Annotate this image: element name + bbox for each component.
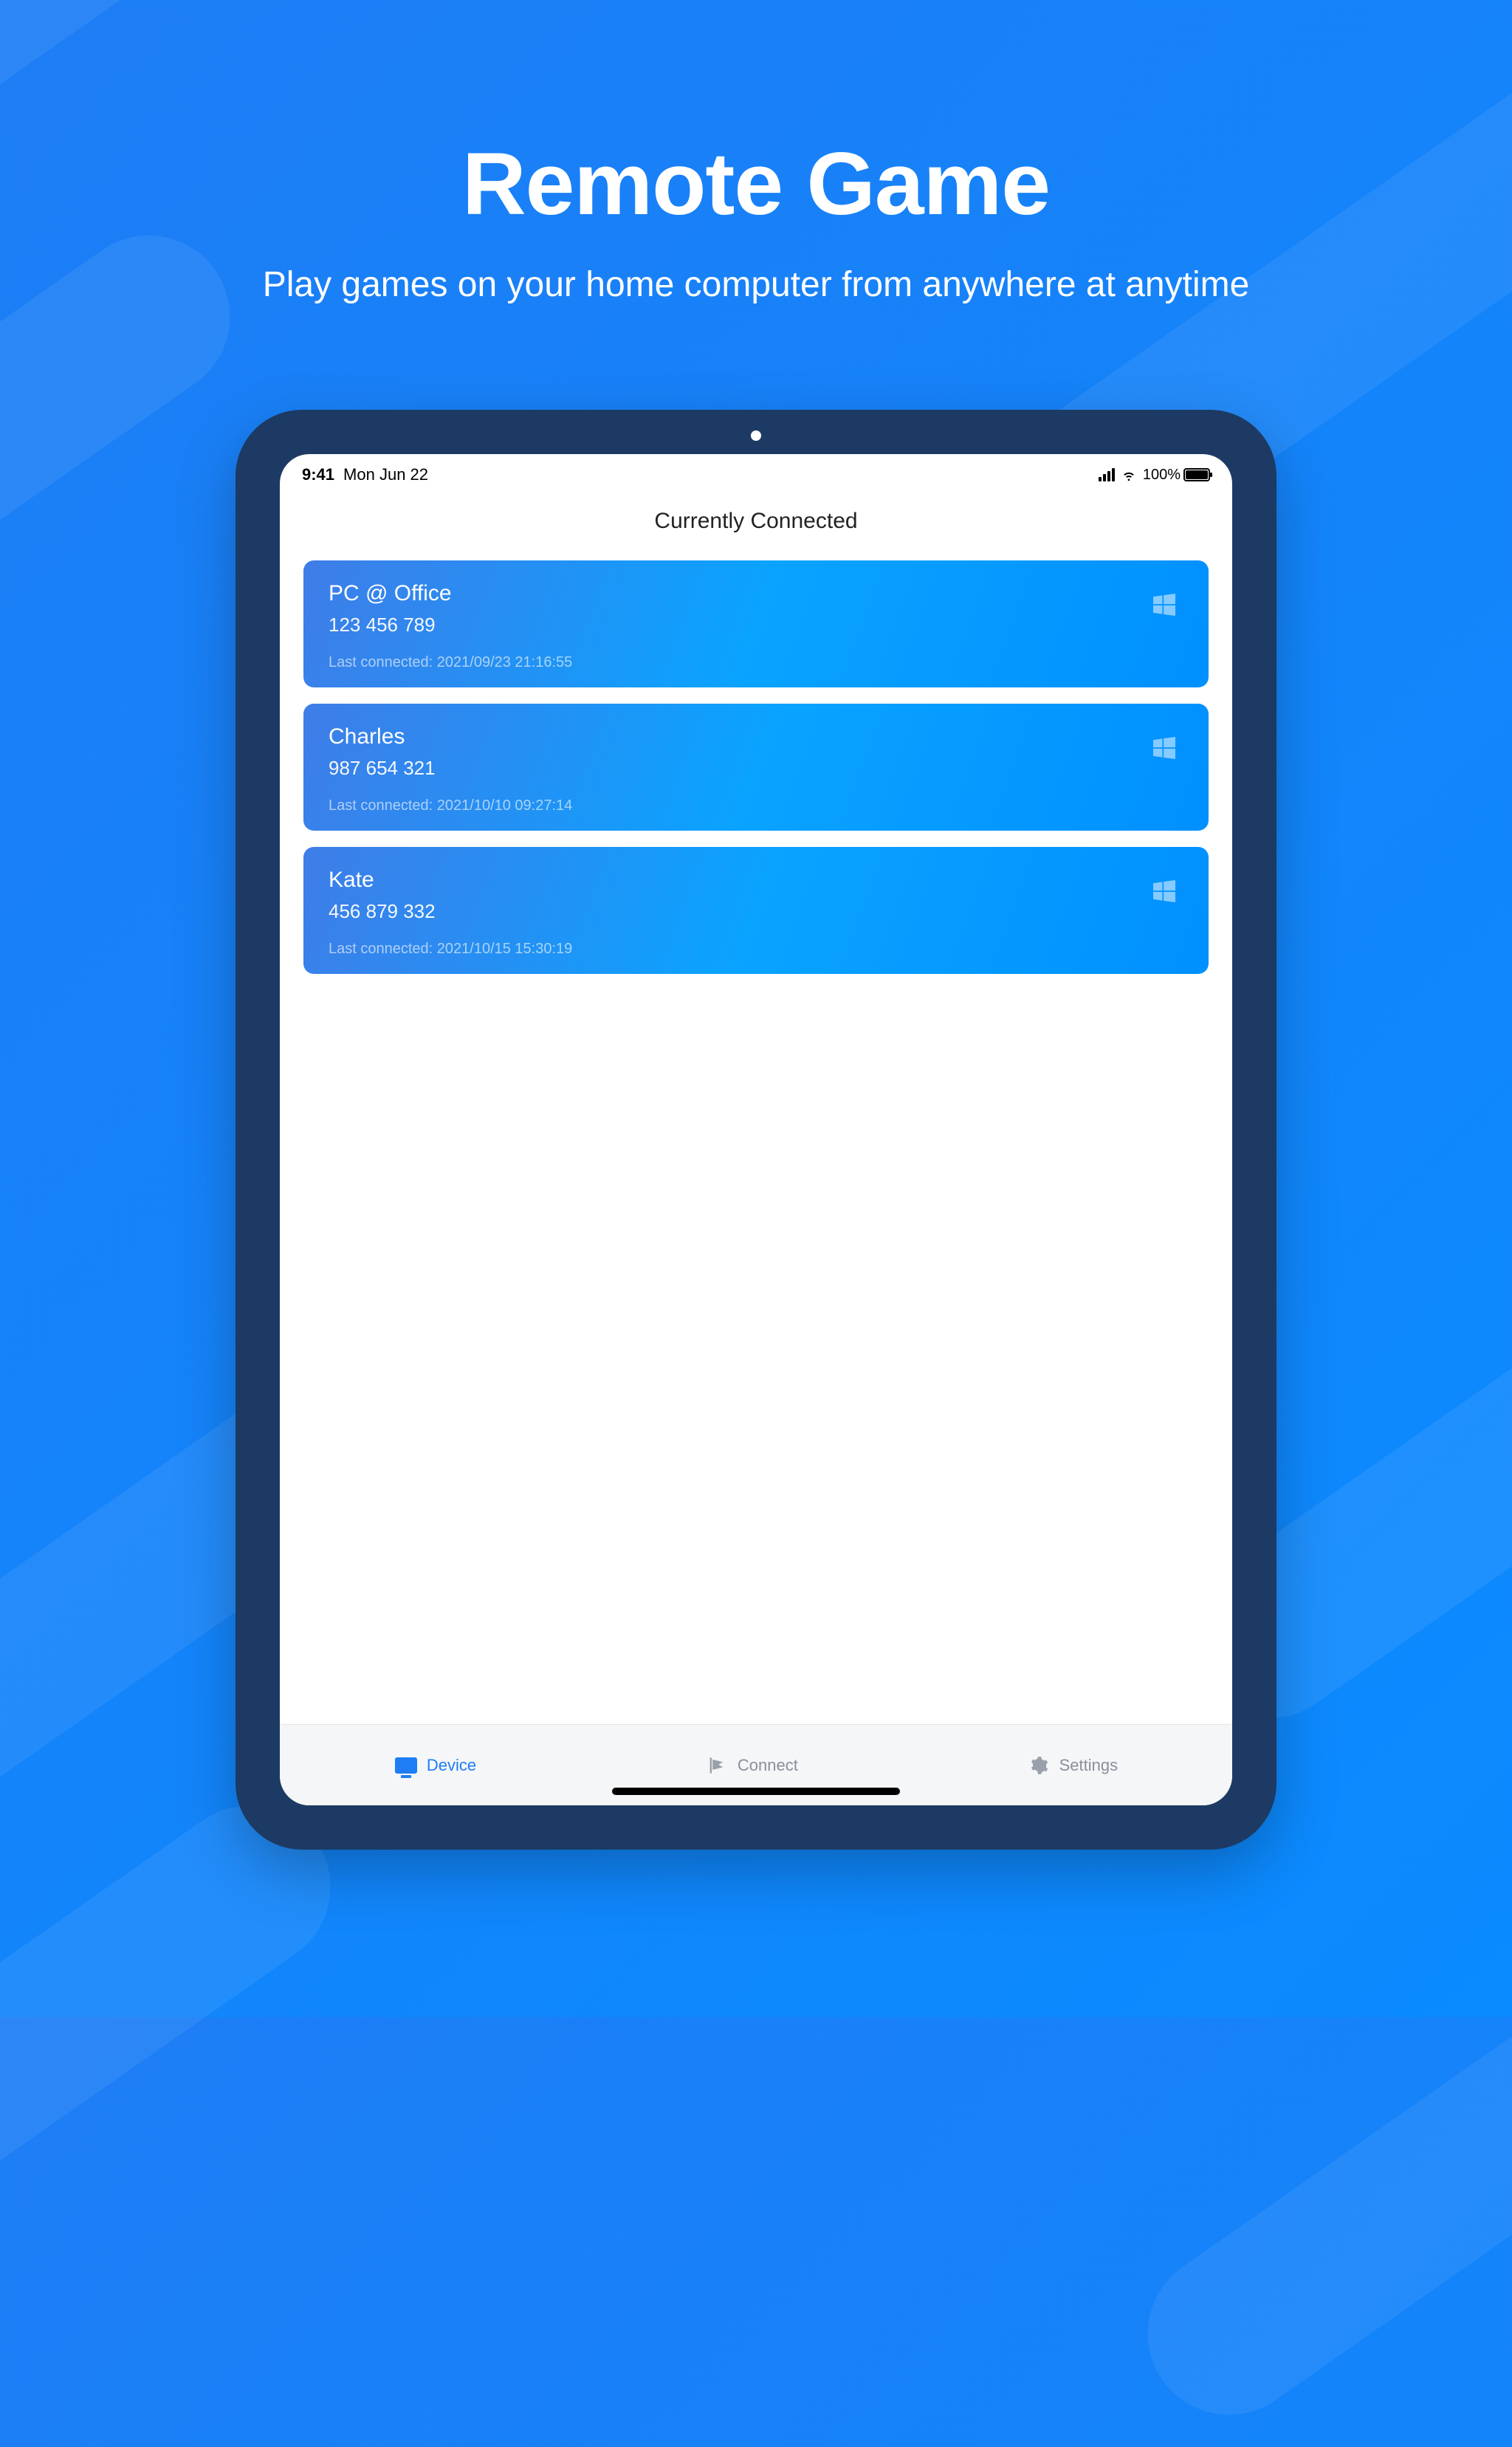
- tab-label: Device: [427, 1756, 476, 1775]
- tab-label: Settings: [1059, 1756, 1118, 1775]
- monitor-icon: [394, 1754, 418, 1777]
- tab-settings[interactable]: Settings: [1027, 1754, 1118, 1777]
- hero-subtitle: Play games on your home computer from an…: [0, 264, 1512, 305]
- page-title: Currently Connected: [280, 509, 1232, 534]
- device-id: 123 456 789: [329, 614, 1183, 636]
- device-card[interactable]: Kate 456 879 332 Last connected: 2021/10…: [303, 847, 1209, 974]
- wifi-icon: [1121, 467, 1137, 483]
- screen: 9:41 Mon Jun 22 100% Currently Connected…: [280, 454, 1232, 1805]
- windows-icon: [1150, 733, 1179, 763]
- gear-icon: [1027, 1754, 1051, 1777]
- battery-icon: [1183, 468, 1210, 481]
- status-date: Mon Jun 22: [343, 465, 428, 484]
- device-card[interactable]: PC @ Office 123 456 789 Last connected: …: [303, 560, 1209, 687]
- device-list: PC @ Office 123 456 789 Last connected: …: [280, 560, 1232, 1724]
- device-id: 456 879 332: [329, 900, 1183, 923]
- hero-title: Remote Game: [0, 133, 1512, 235]
- device-name: Kate: [329, 868, 1183, 893]
- camera-dot: [751, 430, 761, 441]
- battery-text: 100%: [1143, 467, 1181, 484]
- tablet-frame: 9:41 Mon Jun 22 100% Currently Connected…: [236, 410, 1276, 1850]
- windows-icon: [1150, 876, 1179, 906]
- device-name: Charles: [329, 724, 1183, 749]
- status-time: 9:41: [302, 465, 334, 484]
- device-id: 987 654 321: [329, 757, 1183, 780]
- device-last-connected: Last connected: 2021/10/10 09:27:14: [329, 797, 1183, 814]
- device-card[interactable]: Charles 987 654 321 Last connected: 2021…: [303, 704, 1209, 831]
- hero-block: Remote Game Play games on your home comp…: [0, 133, 1512, 305]
- signal-icon: [1099, 468, 1115, 481]
- device-last-connected: Last connected: 2021/10/15 15:30:19: [329, 941, 1183, 958]
- status-bar: 9:41 Mon Jun 22 100%: [280, 454, 1232, 495]
- tab-bar: Device Connect Settings: [280, 1724, 1232, 1805]
- tab-device[interactable]: Device: [394, 1754, 476, 1777]
- windows-icon: [1150, 590, 1179, 620]
- tab-connect[interactable]: Connect: [705, 1754, 798, 1777]
- flag-icon: [705, 1754, 729, 1777]
- device-name: PC @ Office: [329, 581, 1183, 606]
- tab-label: Connect: [738, 1756, 798, 1775]
- device-last-connected: Last connected: 2021/09/23 21:16:55: [329, 654, 1183, 671]
- home-indicator[interactable]: [612, 1788, 900, 1795]
